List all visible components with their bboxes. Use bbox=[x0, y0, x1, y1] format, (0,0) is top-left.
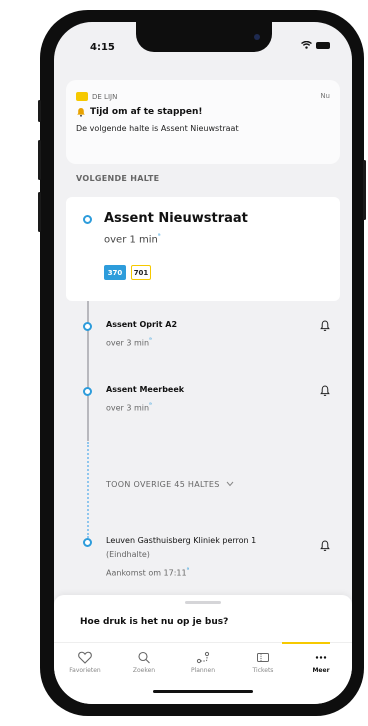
stop-eta-1: over 3 minᵃ bbox=[106, 336, 152, 348]
chevron-down-icon bbox=[227, 481, 234, 487]
active-tab-indicator bbox=[282, 642, 330, 644]
tab-label: Favorieten bbox=[69, 667, 101, 674]
bell-outline-icon[interactable] bbox=[320, 540, 330, 552]
final-stop-arrival: Aankomst om 17:11ᵃ bbox=[106, 566, 189, 578]
de-lijn-logo-icon bbox=[76, 92, 88, 101]
stop-marker-2 bbox=[83, 387, 92, 396]
realtime-icon: ᵃ bbox=[149, 336, 152, 344]
heart-icon bbox=[78, 651, 92, 664]
line-badge-701[interactable]: 701 bbox=[131, 265, 151, 280]
notification-banner[interactable]: DE LIJN Nu Tijd om af te stappen! De vol… bbox=[66, 80, 340, 164]
wifi-icon bbox=[301, 41, 312, 49]
final-stop-name: Leuven Gasthuisberg Kliniek perron 1 bbox=[106, 536, 257, 545]
tab-favorieten[interactable]: Favorieten bbox=[59, 651, 111, 674]
stop-eta-1-text: over 3 min bbox=[106, 338, 150, 348]
tab-bar: Favorieten Zoeken Plannen Tickets Meer bbox=[54, 642, 352, 704]
realtime-icon: ᵃ bbox=[157, 232, 161, 240]
stop-marker-1 bbox=[83, 322, 92, 331]
search-icon bbox=[138, 651, 150, 664]
notification-time: Nu bbox=[320, 92, 330, 100]
notification-title-row: Tijd om af te stappen! bbox=[76, 107, 202, 117]
bell-outline-icon[interactable] bbox=[320, 320, 330, 332]
sheet-title: Hoe druk is het nu op je bus? bbox=[80, 617, 229, 627]
final-stop-subtitle: (Eindhalte) bbox=[106, 550, 150, 559]
power-button bbox=[363, 160, 366, 220]
camera bbox=[254, 34, 260, 40]
timeline-dashed bbox=[87, 442, 89, 538]
tab-zoeken[interactable]: Zoeken bbox=[118, 651, 170, 674]
tab-label: Zoeken bbox=[132, 667, 156, 674]
section-label: VOLGENDE HALTE bbox=[76, 174, 160, 183]
tab-tickets[interactable]: Tickets bbox=[237, 651, 289, 674]
more-icon bbox=[315, 656, 327, 659]
stop-name-1: Assent Oprit A2 bbox=[106, 320, 178, 329]
notification-body: De volgende halte is Assent Nieuwstraat bbox=[76, 124, 239, 133]
next-stop-card[interactable]: Assent Nieuwstraat over 1 minᵃ 370 701 bbox=[66, 197, 340, 301]
mute-switch bbox=[38, 100, 41, 122]
status-time: 4:15 bbox=[90, 42, 115, 53]
final-stop-arrival-text: Aankomst om 17:11 bbox=[106, 568, 187, 578]
final-stop-marker bbox=[83, 538, 92, 547]
status-icons bbox=[301, 41, 330, 49]
realtime-icon: ᵃ bbox=[186, 566, 190, 574]
sheet-grabber[interactable] bbox=[185, 601, 221, 604]
stop-eta-2: over 3 minᵃ bbox=[106, 401, 152, 413]
volume-up-button bbox=[38, 140, 41, 180]
show-more-stops-button[interactable]: TOON OVERIGE 45 HALTES bbox=[106, 480, 234, 489]
notification-app: DE LIJN bbox=[76, 92, 117, 101]
tab-meer[interactable]: Meer bbox=[295, 651, 347, 674]
notch bbox=[136, 22, 272, 52]
next-stop-eta-text: over 1 min bbox=[104, 234, 158, 246]
show-more-label: TOON OVERIGE 45 HALTES bbox=[106, 480, 220, 489]
notification-title: Tijd om af te stappen! bbox=[90, 107, 203, 117]
home-indicator[interactable] bbox=[153, 690, 253, 693]
next-stop-name: Assent Nieuwstraat bbox=[104, 211, 248, 226]
next-stop-marker bbox=[83, 215, 92, 224]
volume-down-button bbox=[38, 192, 41, 232]
tab-label: Plannen bbox=[190, 667, 216, 674]
next-stop-eta: over 1 minᵃ bbox=[104, 232, 161, 245]
battery-icon bbox=[316, 41, 330, 49]
realtime-icon: ᵃ bbox=[149, 401, 152, 409]
notification-app-name: DE LIJN bbox=[92, 92, 118, 101]
tab-plannen[interactable]: Plannen bbox=[177, 651, 229, 674]
tab-label: Tickets bbox=[252, 667, 274, 674]
stop-name-2: Assent Meerbeek bbox=[106, 385, 185, 394]
bell-outline-icon[interactable] bbox=[320, 385, 330, 397]
bell-icon bbox=[77, 108, 85, 117]
crowdedness-sheet[interactable]: Hoe druk is het nu op je bus? bbox=[54, 595, 352, 642]
phone-screen: 4:15 DE LIJN Nu Tijd om af te stappen! D… bbox=[54, 22, 352, 704]
tab-label: Meer bbox=[312, 667, 330, 674]
stop-eta-2-text: over 3 min bbox=[106, 403, 150, 413]
ticket-icon bbox=[257, 653, 269, 662]
route-icon bbox=[196, 651, 210, 664]
line-badge-370[interactable]: 370 bbox=[104, 265, 126, 280]
